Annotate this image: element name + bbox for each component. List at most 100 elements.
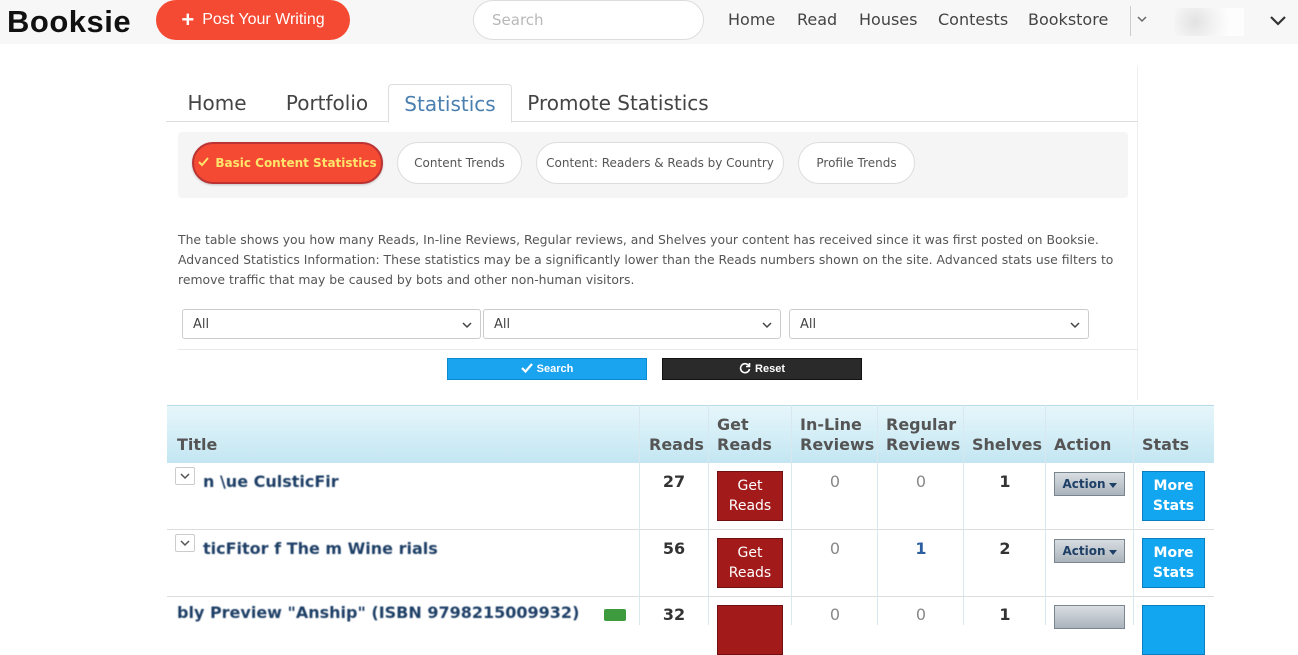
column-divider	[1045, 405, 1046, 625]
avatar[interactable]	[1174, 8, 1244, 36]
stats-subnav: Basic Content Statistics Content Trends …	[178, 132, 1128, 198]
filter-1-value: All	[193, 316, 210, 332]
nav-contests[interactable]: Contests	[938, 10, 1008, 29]
filter-select-2[interactable]: All	[483, 309, 781, 339]
subtab-basic-content-statistics[interactable]: Basic Content Statistics	[192, 142, 383, 184]
action-dropdown-button[interactable]	[1054, 605, 1125, 629]
row-shelves: 2	[999, 539, 1011, 558]
get-reads-button[interactable]: Get Reads	[717, 471, 783, 521]
filter-3-value: All	[800, 316, 817, 332]
subtab-label: Basic Content Statistics	[215, 156, 377, 170]
chevron-down-icon	[1070, 319, 1080, 329]
check-icon	[198, 156, 210, 170]
action-dropdown-button[interactable]: Action	[1054, 472, 1125, 496]
row-reads: 27	[662, 472, 686, 491]
chevron-down-icon	[762, 319, 772, 329]
get-reads-button[interactable]	[717, 605, 783, 655]
nav-read[interactable]: Read	[797, 10, 837, 29]
row-title[interactable]: ticFitor f The m Wine rials	[203, 539, 438, 558]
get-reads-line2: Reads	[728, 498, 772, 514]
row-inline-reviews: 0	[829, 539, 841, 558]
get-reads-button[interactable]: Get Reads	[717, 538, 783, 588]
table-row: n \ue CulsticFir 27 Get Reads 0 0 1 Actio…	[167, 463, 1214, 530]
user-dropdown-toggle[interactable]	[1130, 6, 1156, 36]
booksie-logo[interactable]: Booksie	[7, 4, 131, 40]
row-shelves: 1	[999, 472, 1011, 491]
more-stats-button[interactable]	[1142, 605, 1205, 655]
tab-home[interactable]: Home	[176, 84, 258, 122]
post-button-label: Post Your Writing	[202, 11, 325, 28]
row-expand-toggle[interactable]	[175, 534, 195, 552]
table-row: ticFitor f The m Wine rials 56 Get Reads …	[167, 530, 1214, 597]
caret-down-icon	[1108, 544, 1117, 558]
refresh-icon	[739, 362, 751, 377]
header-get-reads: Get Reads	[717, 415, 772, 455]
tab-bar: Home Portfolio Statistics Promote Statis…	[166, 84, 1138, 123]
more-stats-button[interactable]: More Stats	[1142, 538, 1205, 588]
header-inline-line2: Reviews	[800, 435, 875, 454]
more-stats-line1: More	[1153, 478, 1194, 494]
status-badge	[604, 609, 626, 621]
subtab-content-trends[interactable]: Content Trends	[397, 142, 522, 184]
row-title[interactable]: n \ue CulsticFir	[203, 472, 339, 491]
reset-button[interactable]: Reset	[662, 358, 862, 380]
row-inline-reviews: 0	[829, 472, 841, 491]
row-regular-reviews: 0	[915, 472, 927, 491]
caret-down-icon	[1108, 477, 1117, 491]
search-button-label: Search	[536, 363, 574, 375]
search-button[interactable]: Search	[447, 358, 647, 380]
column-divider	[877, 405, 878, 625]
more-stats-line2: Stats	[1152, 498, 1195, 514]
table-header: Title Reads Get Reads In-Line Reviews Re…	[167, 405, 1214, 463]
more-stats-button[interactable]: More Stats	[1142, 471, 1205, 521]
header-regular-line1: Regular	[886, 415, 957, 434]
user-menu[interactable]	[1130, 6, 1270, 38]
header-action: Action	[1054, 435, 1112, 454]
nav-houses[interactable]: Houses	[859, 10, 917, 29]
plus-icon: +	[181, 7, 195, 32]
row-reads: 32	[662, 605, 686, 624]
tab-statistics[interactable]: Statistics	[388, 84, 512, 123]
table-row: bly Preview "Anship" (ISBN 9798215009932…	[167, 597, 1214, 655]
small-chevron-icon	[1137, 12, 1147, 26]
row-title[interactable]: bly Preview "Anship" (ISBN 9798215009932…	[177, 603, 579, 622]
chevron-down-icon	[462, 319, 472, 329]
statistics-panel: Home Portfolio Statistics Promote Statis…	[166, 66, 1138, 400]
divider	[178, 349, 1138, 350]
post-your-writing-button[interactable]: + Post Your Writing	[156, 0, 350, 40]
tab-promote-statistics[interactable]: Promote Statistics	[526, 84, 710, 122]
content-stats-table: Title Reads Get Reads In-Line Reviews Re…	[167, 405, 1214, 655]
filter-2-value: All	[494, 316, 511, 332]
more-stats-line1: More	[1153, 545, 1194, 561]
header-shelves: Shelves	[972, 435, 1043, 454]
more-stats-line2: Stats	[1152, 565, 1195, 581]
header-regular-line2: Reviews	[886, 435, 961, 454]
header-get-reads-line1: Get	[717, 415, 749, 434]
row-expand-toggle[interactable]	[175, 467, 195, 485]
column-divider	[639, 405, 640, 625]
action-dropdown-button[interactable]: Action	[1054, 539, 1125, 563]
nav-bookstore[interactable]: Bookstore	[1028, 10, 1108, 29]
header-regular-reviews: Regular Reviews	[886, 415, 960, 455]
header-get-reads-line2: Reads	[717, 435, 772, 454]
column-divider	[791, 405, 792, 625]
get-reads-line1: Get	[737, 478, 763, 494]
filter-select-1[interactable]: All	[182, 309, 481, 339]
subtab-profile-trends[interactable]: Profile Trends	[798, 142, 915, 184]
row-regular-reviews[interactable]: 1	[901, 539, 941, 558]
subtab-readers-by-country[interactable]: Content: Readers & Reads by Country	[536, 142, 784, 184]
column-divider	[1133, 405, 1134, 625]
row-inline-reviews: 0	[829, 605, 841, 624]
chevron-down-icon[interactable]	[1268, 10, 1288, 30]
row-reads: 56	[662, 539, 686, 558]
header-inline-line1: In-Line	[800, 415, 862, 434]
row-regular-reviews: 0	[915, 605, 927, 624]
filter-select-3[interactable]: All	[789, 309, 1089, 339]
get-reads-line2: Reads	[728, 565, 772, 581]
header-title: Title	[177, 435, 218, 454]
header-stats: Stats	[1142, 435, 1190, 454]
nav-home[interactable]: Home	[728, 10, 775, 29]
tab-portfolio[interactable]: Portfolio	[278, 84, 376, 122]
header-inline-reviews: In-Line Reviews	[800, 415, 874, 455]
search-input[interactable]	[473, 0, 704, 40]
